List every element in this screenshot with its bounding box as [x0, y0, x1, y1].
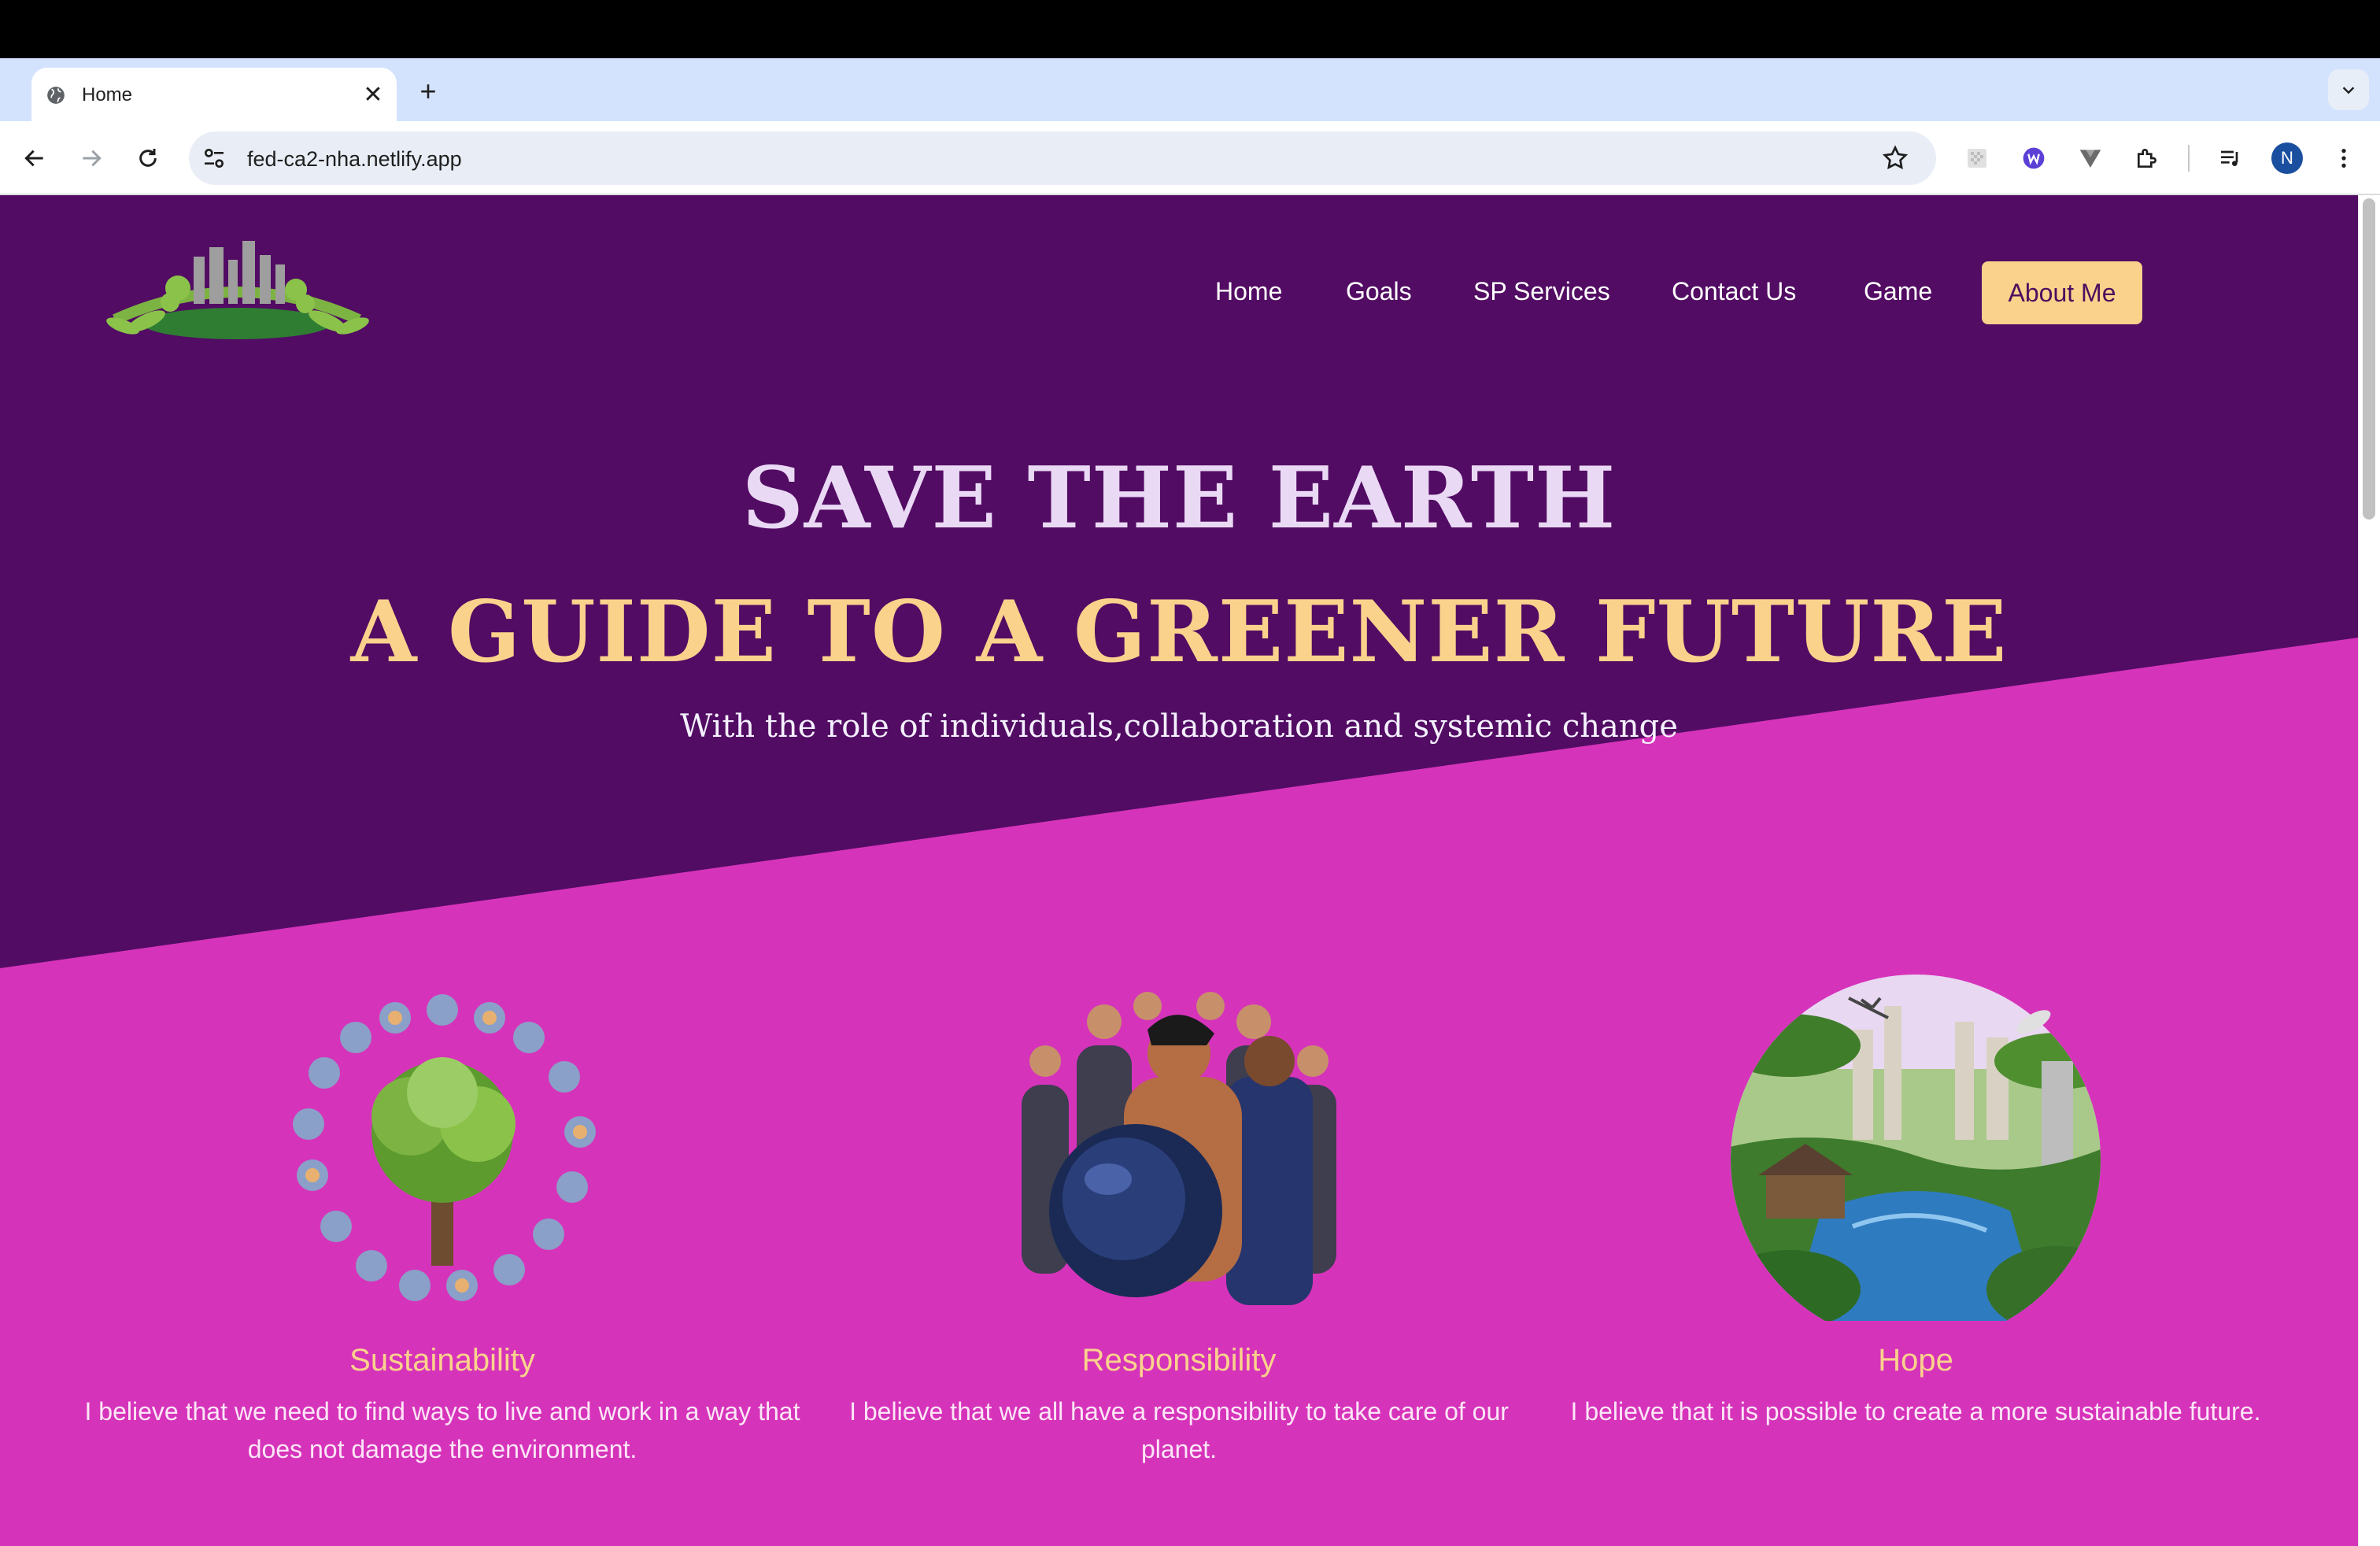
- reload-button[interactable]: [129, 139, 167, 177]
- avatar: N: [2271, 142, 2303, 174]
- extensions-button[interactable]: [2128, 139, 2166, 177]
- browser-tab-strip: Home ✕ +: [0, 58, 2380, 121]
- extension-wallet-icon: [2023, 147, 2045, 169]
- site-logo[interactable]: [99, 233, 375, 343]
- forward-button[interactable]: [72, 139, 110, 177]
- arrow-right-icon: [83, 150, 102, 167]
- more-vertical-icon: [2341, 149, 2346, 168]
- extension-button-2[interactable]: [2015, 139, 2053, 177]
- playlist-icon: [2221, 150, 2238, 166]
- browser-toolbar: fed-ca2-nha.netlify.app N: [0, 121, 2380, 195]
- nav-about-me-button[interactable]: About Me: [1982, 261, 2142, 324]
- value-text: I believe that it is possible to create …: [1570, 1397, 2261, 1426]
- value-title: Responsibility: [1081, 1343, 1277, 1378]
- nav-game[interactable]: Game: [1864, 277, 1932, 306]
- nav-goals[interactable]: Goals: [1346, 277, 1412, 306]
- arrow-left-icon: [24, 150, 43, 167]
- value-card-responsibility: Responsibility I believe that we all hav…: [809, 975, 1549, 1468]
- address-bar[interactable]: fed-ca2-nha.netlify.app: [189, 131, 1936, 185]
- extension-button-1[interactable]: [1958, 139, 1996, 177]
- new-tab-button[interactable]: +: [412, 75, 444, 107]
- profile-button[interactable]: N: [2268, 139, 2306, 177]
- scrollbar-thumb[interactable]: [2363, 198, 2375, 520]
- media-controls-button[interactable]: [2212, 139, 2249, 177]
- nav-contact-us[interactable]: Contact Us: [1672, 277, 1796, 306]
- url-text[interactable]: fed-ca2-nha.netlify.app: [247, 147, 462, 172]
- extension-button-3[interactable]: [2071, 139, 2109, 177]
- crowd-holding-earth-image: [1014, 982, 1344, 1313]
- tab-search-button[interactable]: [2328, 69, 2369, 110]
- chevron-down-icon: [2342, 87, 2355, 94]
- value-title: Sustainability: [349, 1343, 535, 1378]
- avatar-initial: N: [2281, 148, 2293, 168]
- globe-icon: [47, 87, 65, 104]
- system-menu-bar: [0, 0, 2380, 58]
- bookmark-star-icon[interactable]: [1881, 144, 1909, 172]
- web-page: Home Goals SP Services Contact Us Game A…: [0, 195, 2358, 1546]
- people-circle-tree-image: [281, 986, 604, 1309]
- nav-sp-services[interactable]: SP Services: [1473, 277, 1610, 306]
- extension-grid-icon: [1968, 149, 1986, 168]
- toolbar-divider: [2188, 145, 2190, 172]
- back-button[interactable]: [16, 139, 54, 177]
- vue-devtools-icon: [2079, 150, 2101, 168]
- value-card-sustainability: Sustainability I believe that we need to…: [72, 975, 812, 1468]
- puzzle-icon: [2138, 149, 2156, 168]
- hero-title: SAVE THE EARTH: [741, 449, 1617, 548]
- browser-menu-button[interactable]: [2325, 139, 2363, 177]
- green-future-city-image: [1731, 975, 2101, 1321]
- value-text: I believe that we all have a responsibil…: [849, 1397, 1509, 1463]
- value-card-hope: Hope I believe that it is possible to cr…: [1546, 975, 2286, 1430]
- browser-tab[interactable]: Home ✕: [31, 68, 397, 121]
- value-title: Hope: [1878, 1343, 1953, 1378]
- tab-close-icon[interactable]: ✕: [359, 80, 387, 109]
- site-settings-icon[interactable]: [201, 146, 227, 171]
- value-text: I believe that we need to find ways to l…: [84, 1397, 800, 1463]
- hero-subtitle: A GUIDE TO A GREENER FUTURE: [350, 583, 2008, 682]
- nav-home[interactable]: Home: [1215, 277, 1282, 306]
- hero-tagline: With the role of individuals,collaborati…: [680, 708, 1678, 745]
- tab-title: Home: [82, 84, 133, 105]
- reload-icon: [139, 149, 157, 167]
